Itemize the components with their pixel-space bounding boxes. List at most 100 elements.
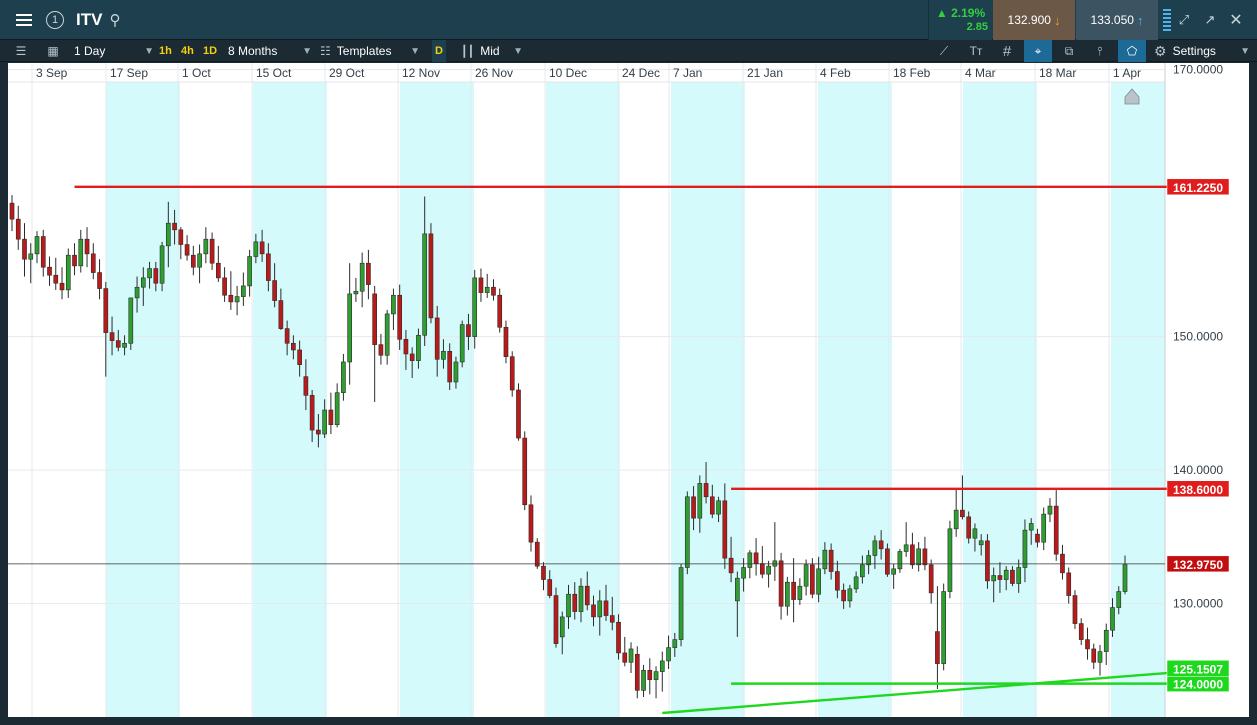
- candle-body: [803, 564, 809, 587]
- buy-button[interactable]: 133.050 ↑: [1076, 0, 1158, 40]
- menu-icon[interactable]: [8, 0, 40, 40]
- popout-icon[interactable]: ↗: [1198, 0, 1222, 40]
- candle-body: [1085, 639, 1090, 650]
- close-icon[interactable]: ✕: [1224, 0, 1248, 40]
- interval-dropdown[interactable]: 1 Day ▼: [74, 40, 154, 62]
- candle-body: [384, 313, 390, 356]
- layout-icon[interactable]: ▦: [42, 40, 64, 62]
- candle-body: [203, 238, 209, 255]
- d-badge[interactable]: D: [432, 40, 446, 62]
- quick-interval-1d[interactable]: 1D: [203, 40, 219, 62]
- candle-body: [128, 297, 134, 344]
- indicator-icon[interactable]: ⫯: [1088, 40, 1112, 62]
- date-axis-label: 7 Jan: [673, 66, 702, 80]
- candle-body: [165, 222, 171, 247]
- candle-body: [497, 294, 503, 328]
- date-axis-label: 21 Jan: [747, 66, 783, 80]
- candle-body: [1022, 529, 1028, 568]
- alert-icon[interactable]: 1: [42, 0, 68, 40]
- candle-body: [1003, 569, 1009, 580]
- text-tool-icon[interactable]: Tт: [966, 40, 986, 62]
- alert-glyph: 1: [46, 11, 64, 29]
- candle-body: [872, 540, 878, 556]
- candle-body: [322, 409, 327, 435]
- search-icon[interactable]: ⚲: [106, 0, 124, 40]
- candle-body: [97, 272, 102, 289]
- candle-body: [966, 516, 972, 539]
- instrument-symbol: ITV: [76, 10, 103, 29]
- candle-body: [303, 376, 309, 396]
- price-axis-tick: 150.0000: [1173, 330, 1223, 344]
- chart-canvas[interactable]: 3 Sep 17 Sep 1 Oct 15 Oct 29 Oct 12 Nov 26 Nov…: [8, 63, 1249, 717]
- range-dropdown[interactable]: 8 Months ▼: [228, 40, 312, 62]
- crosshair-icon[interactable]: ⌖: [1024, 40, 1052, 62]
- candle-body: [741, 567, 746, 579]
- sell-button[interactable]: 132.900 ↓: [993, 0, 1075, 40]
- candle-body: [747, 552, 753, 568]
- candle-body: [584, 585, 590, 606]
- candle-body: [159, 245, 165, 284]
- candle-body: [103, 288, 109, 333]
- price-tag-icon[interactable]: ⬠: [1118, 40, 1146, 62]
- quick-interval-4h[interactable]: 4h: [181, 40, 197, 62]
- list-icon[interactable]: ☰: [10, 40, 32, 62]
- candle-body: [566, 593, 571, 618]
- date-axis-label: 26 Nov: [475, 66, 513, 80]
- candle-body: [53, 274, 59, 284]
- candle-body: [653, 671, 659, 680]
- candle-body: [278, 300, 284, 329]
- candle-body: [1116, 591, 1122, 608]
- candle-body: [1047, 505, 1053, 515]
- price-chart[interactable]: 3 Sep 17 Sep 1 Oct 15 Oct 29 Oct 12 Nov 26 Nov…: [8, 63, 1249, 717]
- price-type-dropdown[interactable]: ┃┃ Mid ▼: [461, 40, 523, 62]
- date-axis-label: 18 Mar: [1039, 66, 1076, 80]
- grid-icon[interactable]: #: [997, 40, 1017, 62]
- date-axis-label: 18 Feb: [893, 66, 931, 80]
- candle-body: [216, 262, 221, 279]
- candle-body: [659, 660, 665, 672]
- date-axis-label: 4 Feb: [820, 66, 851, 80]
- candle-body: [65, 254, 71, 291]
- candle-body: [366, 262, 371, 285]
- candle-body: [522, 437, 528, 506]
- candle-body: [822, 549, 828, 570]
- trend-price-tag: 125.1507: [1173, 662, 1223, 676]
- candle-body: [1041, 513, 1047, 543]
- candle-body: [1091, 648, 1097, 663]
- week-shade-band: [106, 82, 180, 717]
- candle-body: [709, 496, 715, 515]
- candle-body: [860, 564, 865, 578]
- date-axis-label: 24 Dec: [622, 66, 660, 80]
- candle-body: [434, 317, 440, 360]
- quick-interval-1h[interactable]: 1h: [159, 40, 175, 62]
- candle-body: [459, 324, 465, 363]
- candle-body: [134, 286, 140, 299]
- candle-body: [190, 254, 196, 268]
- candle-body: [416, 334, 421, 361]
- candle-body: [266, 253, 271, 281]
- candle-body: [853, 576, 859, 590]
- candle-body: [678, 567, 684, 640]
- candle-body: [841, 589, 846, 602]
- candle-body: [991, 575, 997, 582]
- candle-body: [509, 356, 515, 391]
- candle-body: [84, 238, 90, 255]
- chevron-down-icon: ▼: [410, 45, 420, 57]
- candle-body: [247, 256, 252, 287]
- candle-body: [391, 294, 396, 315]
- tick-up-icon: ↑: [1136, 12, 1144, 28]
- resistance-price-tag: 161.2250: [1173, 181, 1223, 195]
- candle-body: [953, 509, 959, 530]
- expand-icon[interactable]: ⤢: [1172, 0, 1196, 40]
- candle-body: [1110, 607, 1115, 631]
- range-label: 8 Months: [228, 44, 278, 58]
- candle-body: [897, 551, 903, 570]
- candle-body: [22, 238, 27, 260]
- layers-icon[interactable]: ⧉: [1058, 40, 1080, 62]
- settings-dropdown[interactable]: ⚙ Settings ▼: [1154, 40, 1250, 62]
- candle-body: [734, 577, 740, 602]
- templates-dropdown[interactable]: ☷ Templates ▼: [320, 40, 420, 62]
- draw-line-icon[interactable]: ⟋: [934, 40, 954, 62]
- candle-body: [810, 564, 815, 595]
- candle-body: [553, 595, 559, 644]
